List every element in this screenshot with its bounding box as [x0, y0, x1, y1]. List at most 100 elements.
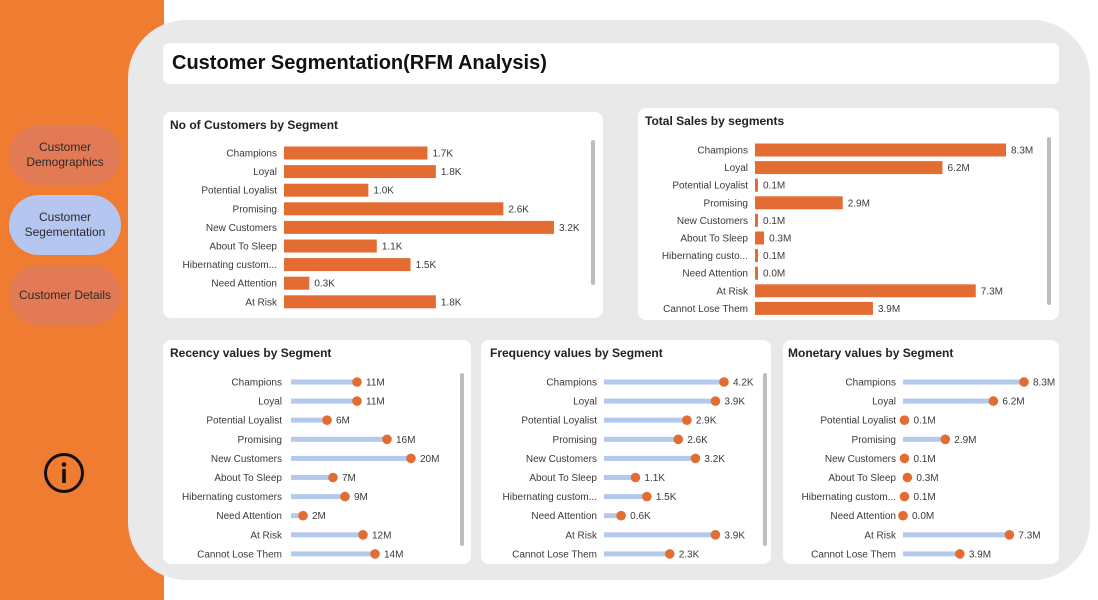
- customers-bar: [284, 295, 436, 309]
- monetary-value-label: 3.9M: [969, 549, 991, 560]
- sales-category-label: At Risk: [716, 286, 749, 297]
- monetary-card: Monetary values by Segment Champions 8.3M…: [783, 340, 1059, 564]
- frequency-stem: [604, 417, 687, 423]
- sales-value-label: 6.2M: [947, 163, 969, 174]
- monetary-dot: [1019, 377, 1029, 387]
- sales-value-label: 0.0M: [763, 269, 785, 280]
- frequency-value-label: 3.9K: [724, 397, 745, 408]
- recency-dot: [358, 530, 368, 540]
- info-icon[interactable]: [43, 452, 85, 494]
- frequency-dot: [710, 396, 721, 406]
- recency-dot: [328, 472, 338, 483]
- title-box: Customer Segmentation(RFM Analysis): [163, 43, 1059, 84]
- recency-category-label: Need Attention: [216, 511, 282, 522]
- nav-customer-segmentation[interactable]: Customer Segementation: [9, 195, 121, 255]
- frequency-dot: [664, 549, 675, 559]
- recency-category-label: Loyal: [258, 397, 282, 408]
- customers-value-label: 3.2K: [559, 223, 580, 234]
- frequency-stem: [604, 398, 716, 404]
- customers-scrollbar[interactable]: [591, 140, 595, 285]
- recency-value-label: 14M: [384, 549, 403, 560]
- recency-category-label: Hibernating customers: [182, 492, 282, 503]
- recency-category-label: Champions: [231, 378, 282, 389]
- frequency-dot: [642, 491, 652, 502]
- monetary-stem: [903, 551, 960, 557]
- customers-value-label: 1.7K: [432, 149, 453, 160]
- recency-value-label: 11M: [366, 378, 385, 389]
- sales-bar: [755, 266, 758, 280]
- sales-bar: [755, 284, 976, 298]
- recency-scrollbar[interactable]: [460, 373, 464, 546]
- sales-category-label: New Customers: [677, 216, 748, 227]
- sales-scrollbar[interactable]: [1047, 137, 1051, 305]
- monetary-category-label: At Risk: [864, 530, 897, 541]
- customers-value-label: 2.6K: [508, 204, 529, 215]
- monetary-category-label: New Customers: [825, 454, 896, 465]
- recency-stem: [291, 398, 357, 404]
- monetary-value-label: 7.3M: [1018, 530, 1040, 541]
- monetary-category-label: Hibernating custom...: [802, 492, 897, 503]
- recency-stem: [291, 379, 357, 385]
- sales-value-label: 0.1M: [763, 251, 785, 262]
- recency-dot: [352, 377, 362, 387]
- customers-category-label: About To Sleep: [209, 242, 277, 253]
- recency-dot: [322, 415, 332, 425]
- frequency-chart: Champions 4.2K Loyal 3.9K Potential Loyalist…: [503, 377, 754, 560]
- monetary-category-label: Need Attention: [830, 511, 896, 522]
- monetary-value-label: 0.1M: [913, 416, 935, 427]
- sales-category-label: Loyal: [724, 163, 748, 174]
- frequency-category-label: Potential Loyalist: [521, 416, 597, 427]
- sales-card: Total Sales by segments Champions 8.3M Loy…: [638, 108, 1059, 320]
- frequency-stem: [604, 379, 724, 385]
- customers-category-label: Hibernating custom...: [183, 260, 278, 271]
- customers-category-label: Champions: [226, 149, 277, 160]
- customers-category-label: At Risk: [245, 297, 278, 308]
- customers-chart: Champions 1.7K Loyal 1.8K Potential Loyalist…: [183, 146, 580, 309]
- customers-bar: [284, 183, 369, 197]
- recency-category-label: About To Sleep: [214, 473, 282, 484]
- monetary-dot: [988, 396, 999, 406]
- recency-value-label: 11M: [366, 397, 385, 408]
- recency-stem: [291, 455, 411, 461]
- recency-dot: [298, 510, 308, 521]
- frequency-value-label: 4.2K: [733, 378, 754, 389]
- customers-category-label: New Customers: [206, 223, 277, 234]
- frequency-value-label: 1.1K: [644, 473, 665, 484]
- nav-customer-details[interactable]: Customer Details: [9, 265, 121, 325]
- sales-value-label: 3.9M: [878, 304, 900, 315]
- recency-card: Recency values by Segment Champions 11M Lo…: [163, 340, 471, 564]
- monetary-value-label: 0.1M: [913, 454, 935, 465]
- monetary-stem: [903, 379, 1024, 385]
- customers-category-label: Potential Loyalist: [201, 186, 277, 197]
- sales-bar: [755, 231, 765, 245]
- monetary-value-label: 8.3M: [1033, 378, 1055, 389]
- sales-value-label: 7.3M: [981, 286, 1003, 297]
- frequency-value-label: 2.6K: [687, 435, 708, 446]
- frequency-stem: [604, 455, 696, 461]
- sales-bar: [755, 161, 943, 175]
- sales-bar: [755, 213, 759, 227]
- recency-stem: [291, 417, 327, 423]
- customers-bar: [284, 146, 428, 160]
- customers-bar: [284, 276, 310, 290]
- nav-customer-demographics[interactable]: Customer Demographics: [9, 125, 121, 185]
- frequency-value-label: 0.6K: [630, 511, 651, 522]
- sales-category-label: Hibernating custo...: [662, 251, 748, 262]
- frequency-dot: [690, 453, 701, 464]
- sales-bar: [755, 301, 873, 315]
- frequency-value-label: 3.9K: [724, 530, 745, 541]
- customers-value-label: 1.1K: [382, 242, 403, 253]
- sales-value-label: 0.1M: [763, 181, 785, 192]
- frequency-category-label: New Customers: [526, 454, 597, 465]
- customers-bar: [284, 202, 504, 216]
- frequency-stem: [604, 494, 647, 500]
- customers-bar: [284, 239, 377, 253]
- frequency-value-label: 2.9K: [696, 416, 717, 427]
- frequency-value-label: 2.3K: [679, 549, 700, 560]
- sales-category-label: Potential Loyalist: [672, 181, 748, 192]
- monetary-dot: [899, 491, 910, 502]
- frequency-category-label: At Risk: [565, 530, 598, 541]
- customers-bar: [284, 220, 554, 234]
- frequency-scrollbar[interactable]: [763, 373, 767, 546]
- monetary-dot: [898, 510, 908, 521]
